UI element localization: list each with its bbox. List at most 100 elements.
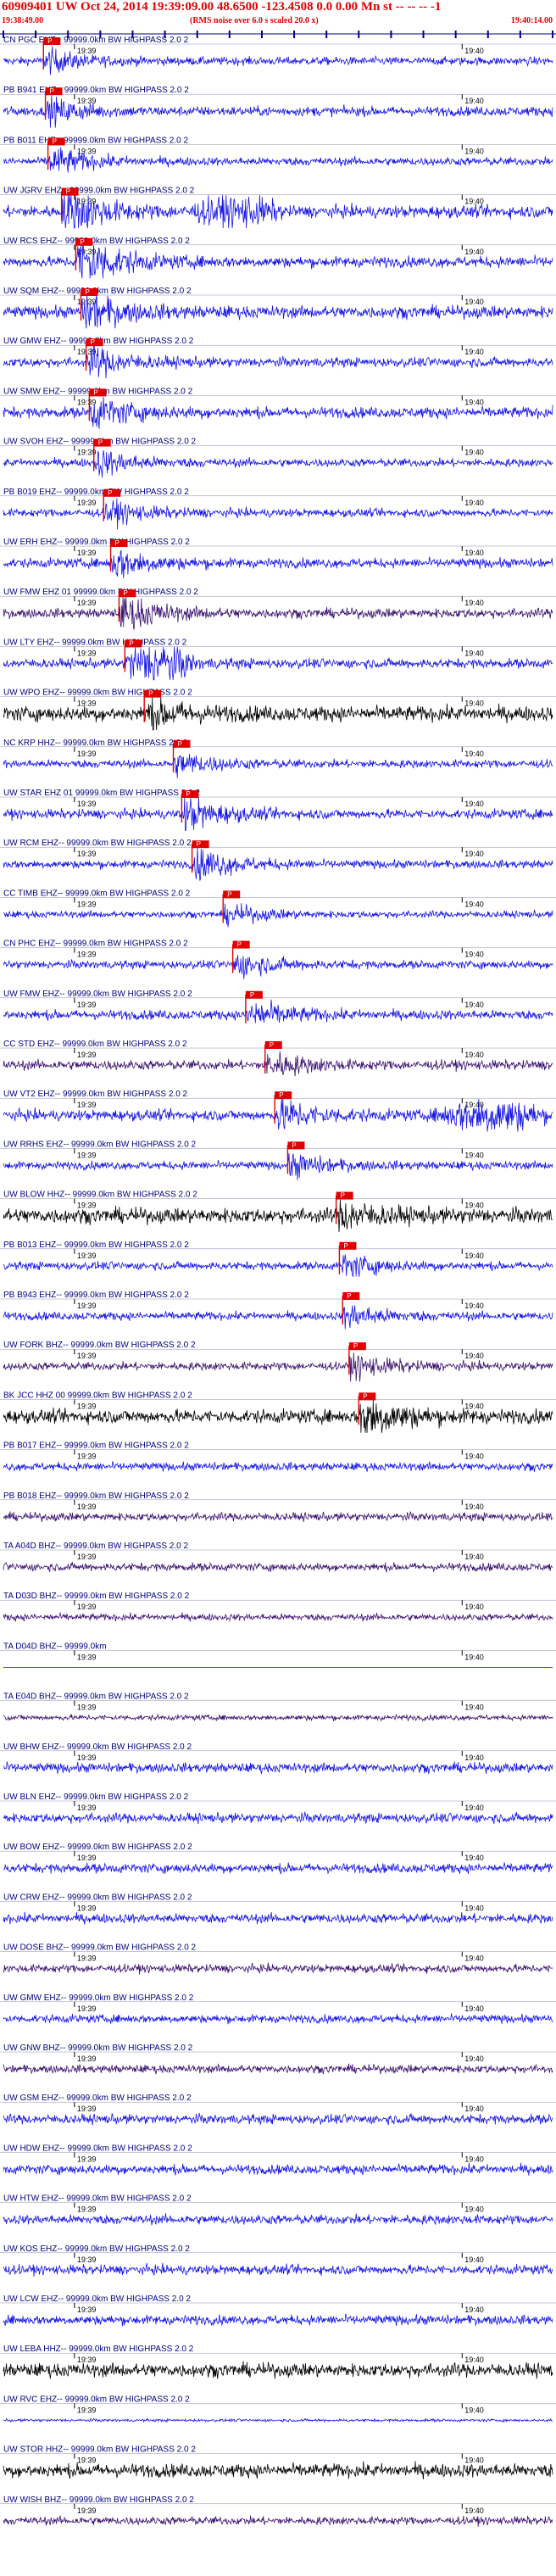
minute-tick-label: 19:40: [464, 2456, 484, 2465]
pick-label: P: [279, 1091, 283, 1099]
minute-tick-label: 19:39: [77, 1101, 97, 1109]
trace-label: TA D03D BHZ-- 99999.0km BW HIGHPASS 2.0 …: [3, 1592, 190, 1601]
pick-label: P: [115, 539, 120, 547]
trace-label: UW JGRV EHZ-- 99999.0km BW HIGHPASS 2.0 …: [3, 187, 195, 196]
trace-13: UW LTY EHZ-- 99999.0km BW HIGHPASS 2.0 2…: [0, 638, 556, 681]
minute-tick-label: 19:39: [77, 1954, 97, 1963]
pick-label: P: [85, 288, 89, 296]
trace-24: UW BLOW HHZ-- 99999.0km BW HIGHPASS 2.0 …: [0, 1190, 556, 1233]
minute-tick-label: 19:39: [77, 1503, 97, 1511]
trace-32: TA D03D BHZ-- 99999.0km BW HIGHPASS 2.0 …: [0, 1592, 556, 1623]
trace-label: UW GMW EHZ-- 99999.0km BW HIGHPASS 2.0 2: [3, 1993, 194, 2003]
trace-21: CC STD EHZ-- 99999.0km BW HIGHPASS 2.0 2…: [0, 1040, 556, 1077]
minute-tick-label: 19:40: [464, 2306, 484, 2314]
trace-18: CC TIMB EHZ-- 99999.0km BW HIGHPASS 2.0 …: [0, 889, 556, 928]
seismogram-plot: CN PGC EHZ-- 99999.0km BW HIGHPASS 2.0 2…: [0, 31, 556, 2527]
minute-tick-label: 19:39: [77, 599, 97, 607]
trace-label: UW HDW EHZ-- 99999.0km BW HIGHPASS 2.0 2: [3, 2144, 192, 2153]
minute-tick-label: 19:40: [464, 2406, 484, 2414]
waveform: [3, 1611, 553, 1623]
pick-label: P: [108, 489, 112, 497]
minute-tick-label: 19:40: [464, 800, 484, 808]
trace-10: PB B019 EHZ-- 99999.0km BW HIGHPASS 2.0 …: [0, 488, 556, 530]
pick-label: P: [177, 740, 181, 748]
pick-label: P: [347, 1292, 351, 1300]
trace-43: UW HDW EHZ-- 99999.0km BW HIGHPASS 2.0 2…: [0, 2144, 556, 2176]
trace-49: UW STOR HHZ-- 99999.0km BW HIGHPASS 2.0 …: [0, 2445, 556, 2480]
minute-tick-label: 19:40: [464, 1252, 484, 1260]
minute-tick-label: 19:39: [77, 1703, 97, 1712]
waveform: [3, 1811, 553, 1825]
trace-label: CC TIMB EHZ-- 99999.0km BW HIGHPASS 2.0 …: [3, 889, 191, 898]
minute-tick-label: 19:40: [464, 1904, 484, 1912]
trace-label: UW LTY EHZ-- 99999.0km BW HIGHPASS 2.0 2: [3, 638, 187, 647]
trace-label: CN PGC EHZ-- 99999.0km BW HIGHPASS 2.0 2: [3, 36, 189, 45]
pick-label: P: [50, 87, 54, 95]
minute-tick-label: 19:39: [77, 2205, 97, 2214]
minute-tick-label: 19:40: [464, 198, 484, 206]
minute-tick-label: 19:39: [77, 1804, 97, 1812]
rms-note: (RMS noise over 6.0 s scaled 20.0 x): [190, 16, 319, 25]
minute-tick-label: 19:40: [464, 850, 484, 858]
minute-tick-label: 19:40: [464, 1653, 484, 1661]
minute-tick-label: 19:40: [464, 1754, 484, 1762]
minute-tick-label: 19:40: [464, 2205, 484, 2214]
trace-label: UW RCM EHZ-- 99999.0km BW HIGHPASS 2.0 2: [3, 839, 192, 848]
trace-27: UW FORK BHZ-- 99999.0km BW HIGHPASS 2.0 …: [0, 1341, 556, 1382]
trace-label: UW RCS EHZ-- 99999.0km BW HIGHPASS 2.0 2: [3, 237, 190, 246]
trace-22: UW VT2 EHZ-- 99999.0km BW HIGHPASS 2.0 2…: [0, 1090, 556, 1132]
pick-label: P: [80, 238, 84, 246]
trace-label: UW RRHS EHZ-- 99999.0km BW HIGHPASS 2.0 …: [3, 1140, 197, 1149]
minute-tick-label: 19:40: [464, 951, 484, 959]
trace-label: CC STD EHZ-- 99999.0km BW HIGHPASS 2.0 2: [3, 1040, 187, 1049]
pick-label: P: [292, 1141, 296, 1149]
trace-45: UW KOS EHZ-- 99999.0km BW HIGHPASS 2.0 2…: [0, 2244, 556, 2277]
minute-tick-label: 19:39: [77, 549, 97, 557]
trace-label: NC KRP HHZ-- 99999.0km BW HIGHPASS 2.0 2: [3, 739, 188, 748]
minute-tick-label: 19:39: [77, 700, 97, 708]
trace-47: UW LEBA HHZ-- 99999.0km BW HIGHPASS 2.0 …: [0, 2345, 556, 2379]
trace-36: UW BLN EHZ-- 99999.0km BW HIGHPASS 2.0 2…: [0, 1793, 556, 1825]
trace-label: PB B018 EHZ-- 99999.0km BW HIGHPASS 2.0 …: [3, 1492, 189, 1501]
trace-35: UW BHW EHZ-- 99999.0km BW HIGHPASS 2.0 2…: [0, 1742, 556, 1775]
trace-label: PB B013 EHZ-- 99999.0km BW HIGHPASS 2.0 …: [3, 1241, 189, 1250]
trace-20: UW FMW EHZ-- 99999.0km BW HIGHPASS 2.0 2…: [0, 990, 556, 1023]
minute-tick-label: 19:39: [77, 2155, 97, 2163]
pick-label: P: [148, 690, 153, 698]
minute-tick-label: 19:39: [77, 2306, 97, 2314]
minute-tick-label: 19:39: [77, 198, 97, 206]
minute-tick-label: 19:39: [77, 1452, 97, 1461]
trace-label: UW RVC EHZ-- 99999.0km BW HIGHPASS 2.0 2: [3, 2395, 190, 2404]
trace-label: UW FORK BHZ-- 99999.0km BW HIGHPASS 2.0 …: [3, 1341, 196, 1350]
waveform: [3, 2313, 553, 2327]
minute-tick-label: 19:40: [464, 1603, 484, 1611]
minute-tick-label: 19:40: [464, 2004, 484, 2013]
minute-tick-label: 19:39: [77, 1904, 97, 1912]
minute-tick-label: 19:39: [77, 2105, 97, 2113]
minute-tick-label: 19:40: [464, 1001, 484, 1009]
minute-tick-label: 19:40: [464, 2155, 484, 2163]
minute-tick-label: 19:40: [464, 2105, 484, 2113]
trace-label: UW DOSE BHZ-- 99999.0km BW HIGHPASS 2.0 …: [3, 1943, 197, 1953]
trace-label: UW ERH EHZ-- 99999.0km BW HIGHPASS 2.0 2: [3, 538, 190, 547]
minute-tick-label: 19:40: [464, 1101, 484, 1109]
minute-tick-label: 19:39: [77, 2055, 97, 2063]
minute-tick-label: 19:39: [77, 1302, 97, 1310]
trace-28: BK JCC HHZ 00 99999.0km BW HIGHPASS 2.0 …: [0, 1391, 556, 1433]
minute-tick-label: 19:40: [464, 248, 484, 256]
pick-label: P: [250, 991, 254, 999]
trace-25: PB B013 EHZ-- 99999.0km BW HIGHPASS 2.0 …: [0, 1241, 556, 1277]
pick-label: P: [129, 639, 133, 647]
minute-tick-label: 19:39: [77, 1202, 97, 1210]
waveform: [3, 2013, 553, 2025]
trace-label: UW BHW EHZ-- 99999.0km BW HIGHPASS 2.0 2: [3, 1742, 192, 1752]
waveform: [3, 2112, 553, 2126]
trace-label: PB B011 EHZ-- 99999.0km BW HIGHPASS 2.0 …: [3, 136, 188, 145]
pick-label: P: [353, 1342, 358, 1350]
pick-label: P: [197, 840, 201, 848]
trace-30: PB B018 EHZ-- 99999.0km BW HIGHPASS 2.0 …: [0, 1492, 556, 1523]
waveform: [3, 2063, 553, 2075]
trace-23: UW RRHS EHZ-- 99999.0km BW HIGHPASS 2.0 …: [0, 1140, 556, 1180]
trace-26: PB B943 EHZ-- 99999.0km BW HIGHPASS 2.0 …: [0, 1291, 556, 1330]
minute-tick-label: 19:39: [77, 1151, 97, 1159]
